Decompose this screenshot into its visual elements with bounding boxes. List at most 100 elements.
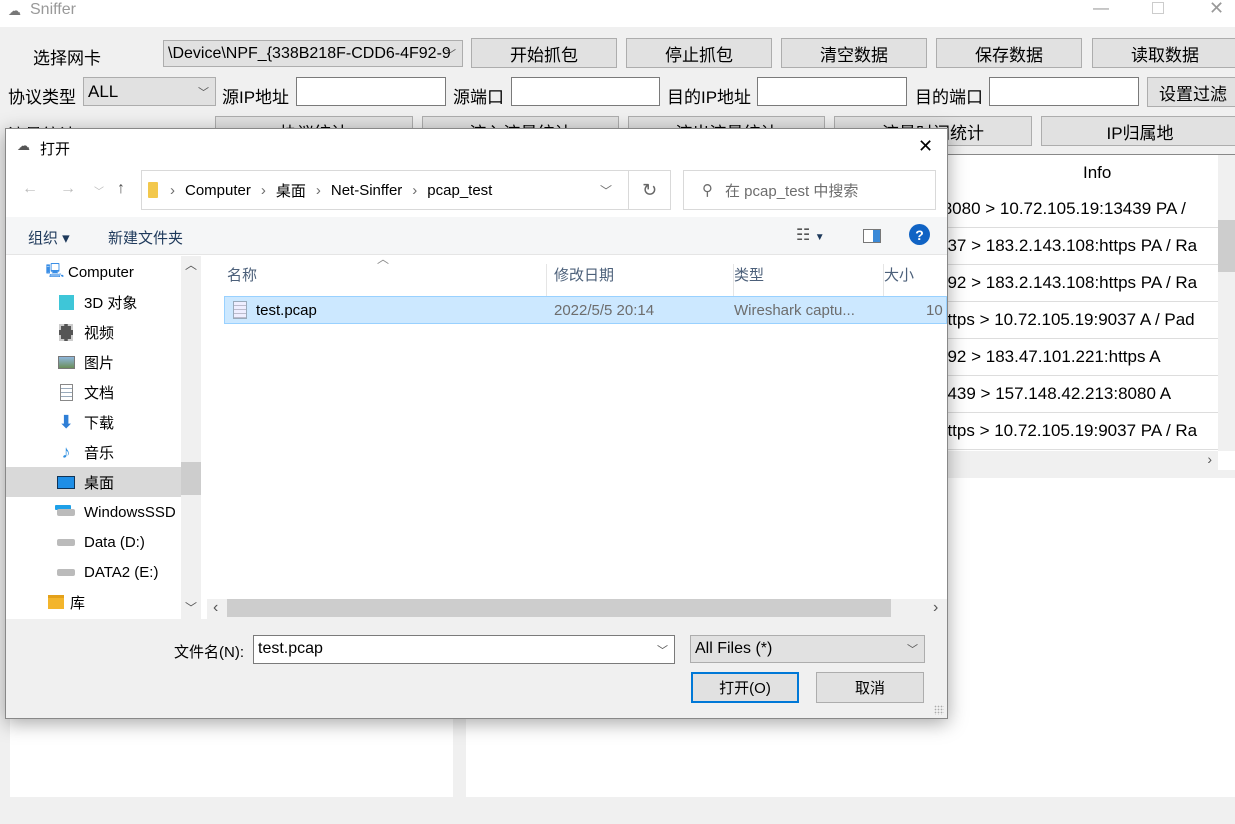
search-input[interactable]: ⚲ 在 pcap_test 中搜索 <box>683 170 936 210</box>
tree-label: 下载 <box>84 414 115 432</box>
chevron-up-icon[interactable]: ︿ <box>185 256 197 273</box>
file-type-select[interactable]: All Files (*) ﹀ <box>690 635 925 663</box>
maximize-button[interactable] <box>1152 2 1164 14</box>
breadcrumb-item[interactable]: 桌面 <box>276 180 306 201</box>
forward-icon[interactable]: → <box>60 180 76 198</box>
file-type: Wireshark captu... <box>734 302 855 319</box>
stop-capture-button[interactable]: 停止抓包 <box>626 38 772 68</box>
help-icon[interactable]: ? <box>909 224 930 245</box>
table-row[interactable]: https > 10.72.105.19:9037 A / Pad <box>936 302 1218 339</box>
tree-item-windowsssd[interactable]: WindowsSSD <box>6 497 181 527</box>
src-port-input[interactable] <box>511 77 660 106</box>
tree-item-computer[interactable]: 🖳 Computer <box>6 257 181 287</box>
chevron-down-icon: ﹀ <box>445 48 456 61</box>
column-header-type[interactable]: 类型 <box>734 264 884 296</box>
file-list-horizontal-scrollbar[interactable]: ‹ › <box>207 599 947 619</box>
protocol-select[interactable]: ALL ﹀ <box>83 77 216 106</box>
load-data-button[interactable]: 读取数据 <box>1092 38 1235 68</box>
organize-button[interactable]: 组织 ▾ <box>28 227 70 248</box>
download-icon: ⬇ <box>58 411 74 432</box>
src-ip-input[interactable] <box>296 77 446 106</box>
minimize-button[interactable]: — <box>1093 0 1109 18</box>
breadcrumb-item[interactable]: pcap_test <box>427 182 492 199</box>
breadcrumb-separator-icon: › <box>315 181 321 199</box>
dialog-footer: 文件名(N): test.pcap ﹀ All Files (*) ﹀ 打开(O)… <box>6 619 947 718</box>
tree-label: Computer <box>68 263 134 281</box>
breadcrumb[interactable]: › Computer › 桌面 › Net-Sinffer › pcap_tes… <box>141 170 629 210</box>
tree-item-library[interactable]: 库 <box>6 587 181 617</box>
dst-ip-input[interactable] <box>757 77 907 106</box>
table-header-info[interactable]: Info <box>1083 163 1111 183</box>
tree-item-data-d[interactable]: Data (D:) <box>6 527 181 557</box>
column-header-date[interactable]: 修改日期 <box>554 264 734 296</box>
clear-data-button[interactable]: 清空数据 <box>781 38 927 68</box>
start-capture-button[interactable]: 开始抓包 <box>471 38 617 68</box>
chevron-down-icon[interactable]: ﹀ <box>657 642 668 658</box>
chevron-down-icon: ﹀ <box>198 86 209 99</box>
table-row[interactable]: 3439 > 157.148.42.213:8080 A <box>936 376 1218 413</box>
tree-item-downloads[interactable]: ⬇ 下载 <box>6 407 181 437</box>
tree-scrollbar[interactable]: ︿ ﹀ <box>181 256 201 619</box>
video-icon <box>56 323 76 341</box>
tree-item-documents[interactable]: 文档 <box>6 377 181 407</box>
scrollbar-thumb[interactable] <box>1218 220 1235 272</box>
tree-item-desktop[interactable]: 桌面 <box>6 467 181 497</box>
recent-chevron-icon[interactable]: ﹀ <box>94 183 104 198</box>
table-row[interactable]: https > 10.72.105.19:9037 PA / Ra <box>936 413 1218 450</box>
set-filter-button[interactable]: 设置过滤 <box>1147 77 1235 107</box>
file-row[interactable]: test.pcap 2022/5/5 20:14 Wireshark captu… <box>224 296 947 324</box>
filename-value: test.pcap <box>258 640 323 657</box>
breadcrumb-item[interactable]: Computer <box>185 182 251 199</box>
chevron-down-icon[interactable]: ﹀ <box>185 599 197 616</box>
protocol-value: ALL <box>88 81 119 101</box>
table-row[interactable]: :8080 > 10.72.105.19:13439 PA / <box>936 191 1218 228</box>
tree-item-data2-e[interactable]: DATA2 (E:) <box>6 557 181 587</box>
nic-select[interactable]: \Device\NPF_{338B218F-CDD6-4F92-9 ﹀ <box>163 40 463 67</box>
preview-pane-icon[interactable] <box>863 229 881 243</box>
tree-label: 文档 <box>84 384 115 402</box>
protocol-label: 协议类型 <box>8 88 76 107</box>
tree-item-music[interactable]: ♪ 音乐 <box>6 437 181 467</box>
new-folder-button[interactable]: 新建文件夹 <box>108 227 183 248</box>
src-port-label: 源端口 <box>453 88 504 107</box>
table-row[interactable]: 037 > 183.2.143.108:https PA / Ra <box>936 228 1218 265</box>
close-button[interactable]: ✕ <box>1209 0 1224 19</box>
scrollbar-thumb[interactable] <box>227 599 891 617</box>
cancel-button[interactable]: 取消 <box>816 672 924 703</box>
up-icon[interactable]: ↑ <box>117 180 125 198</box>
picture-icon <box>56 354 76 370</box>
chevron-right-icon[interactable]: › <box>1207 451 1212 467</box>
pcap-file-icon <box>233 301 247 319</box>
tree-label: 3D 对象 <box>84 294 138 312</box>
tree-item-video[interactable]: 视频 <box>6 317 181 347</box>
tree-item-3d[interactable]: 3D 对象 <box>6 287 181 317</box>
dialog-toolbar: 组织 ▾ 新建文件夹 ☷ ▼ ? <box>6 217 947 255</box>
tree-label: Data (D:) <box>84 533 145 551</box>
dialog-close-button[interactable]: ✕ <box>918 136 933 157</box>
chevron-down-icon[interactable]: ﹀ <box>600 182 612 199</box>
chevron-left-icon[interactable]: ‹ <box>213 599 218 617</box>
file-list: ︿ 名称 修改日期 类型 大小 test.pcap 2022/5/5 20:14… <box>207 256 947 619</box>
tree-label: DATA2 (E:) <box>84 563 159 581</box>
vertical-scrollbar[interactable] <box>1218 155 1235 451</box>
refresh-button[interactable]: ↻ <box>628 170 671 210</box>
table-row[interactable]: 792 > 183.47.101.221:https A <box>936 339 1218 376</box>
breadcrumb-separator-icon: › <box>170 181 175 199</box>
dst-port-input[interactable] <box>989 77 1139 106</box>
tree-item-pictures[interactable]: 图片 <box>6 347 181 377</box>
view-options-icon[interactable]: ☷ ▼ <box>796 225 825 245</box>
cube-icon <box>56 294 76 310</box>
column-header-size[interactable]: 大小 <box>884 264 914 285</box>
filename-input[interactable]: test.pcap ﹀ <box>253 635 675 664</box>
back-icon[interactable]: ← <box>22 180 38 198</box>
scrollbar-thumb[interactable] <box>181 462 201 495</box>
breadcrumb-item[interactable]: Net-Sinffer <box>331 182 402 199</box>
ip-location-button[interactable]: IP归属地 <box>1041 116 1235 146</box>
resize-grip-icon[interactable] <box>934 705 944 715</box>
save-data-button[interactable]: 保存数据 <box>936 38 1082 68</box>
open-button[interactable]: 打开(O) <box>691 672 799 703</box>
tree-label: 桌面 <box>84 474 115 492</box>
chevron-right-icon[interactable]: › <box>933 599 938 617</box>
table-row[interactable]: 992 > 183.2.143.108:https PA / Ra <box>936 265 1218 302</box>
column-header-name[interactable]: 名称 <box>227 264 547 296</box>
